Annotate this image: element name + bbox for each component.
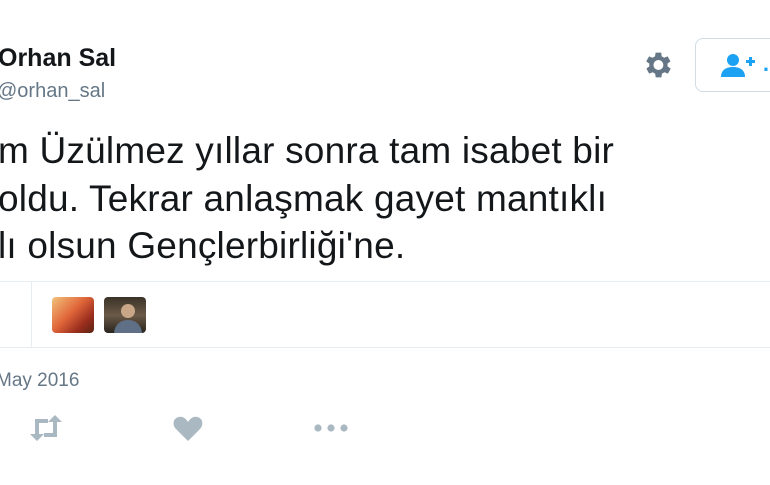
liker-avatar[interactable] bbox=[52, 297, 94, 333]
more-icon[interactable] bbox=[312, 413, 350, 443]
tweet-text-line: lı olsun Gençlerbirliği'ne. bbox=[0, 225, 406, 266]
gear-icon[interactable] bbox=[640, 48, 674, 82]
person-photo bbox=[114, 304, 142, 333]
add-user-icon bbox=[721, 54, 755, 77]
author-name[interactable]: Orhan Sal bbox=[0, 44, 116, 73]
divider bbox=[0, 347, 770, 348]
tweet-text-line: m Üzülmez yıllar sonra tam isabet bir bbox=[0, 130, 615, 171]
tweet-text-line: oldu. Tekrar anlaşmak gayet mantıklı bbox=[0, 178, 608, 219]
divider bbox=[0, 281, 770, 282]
liker-avatar[interactable] bbox=[104, 297, 146, 333]
follow-label: … bbox=[762, 51, 770, 77]
retweet-icon[interactable] bbox=[28, 413, 64, 443]
tweet-date[interactable]: May 2016 bbox=[0, 370, 79, 392]
author-handle[interactable]: @orhan_sal bbox=[0, 80, 105, 103]
follow-button[interactable]: … bbox=[695, 38, 770, 92]
heart-icon[interactable] bbox=[172, 413, 204, 443]
divider bbox=[31, 281, 32, 347]
